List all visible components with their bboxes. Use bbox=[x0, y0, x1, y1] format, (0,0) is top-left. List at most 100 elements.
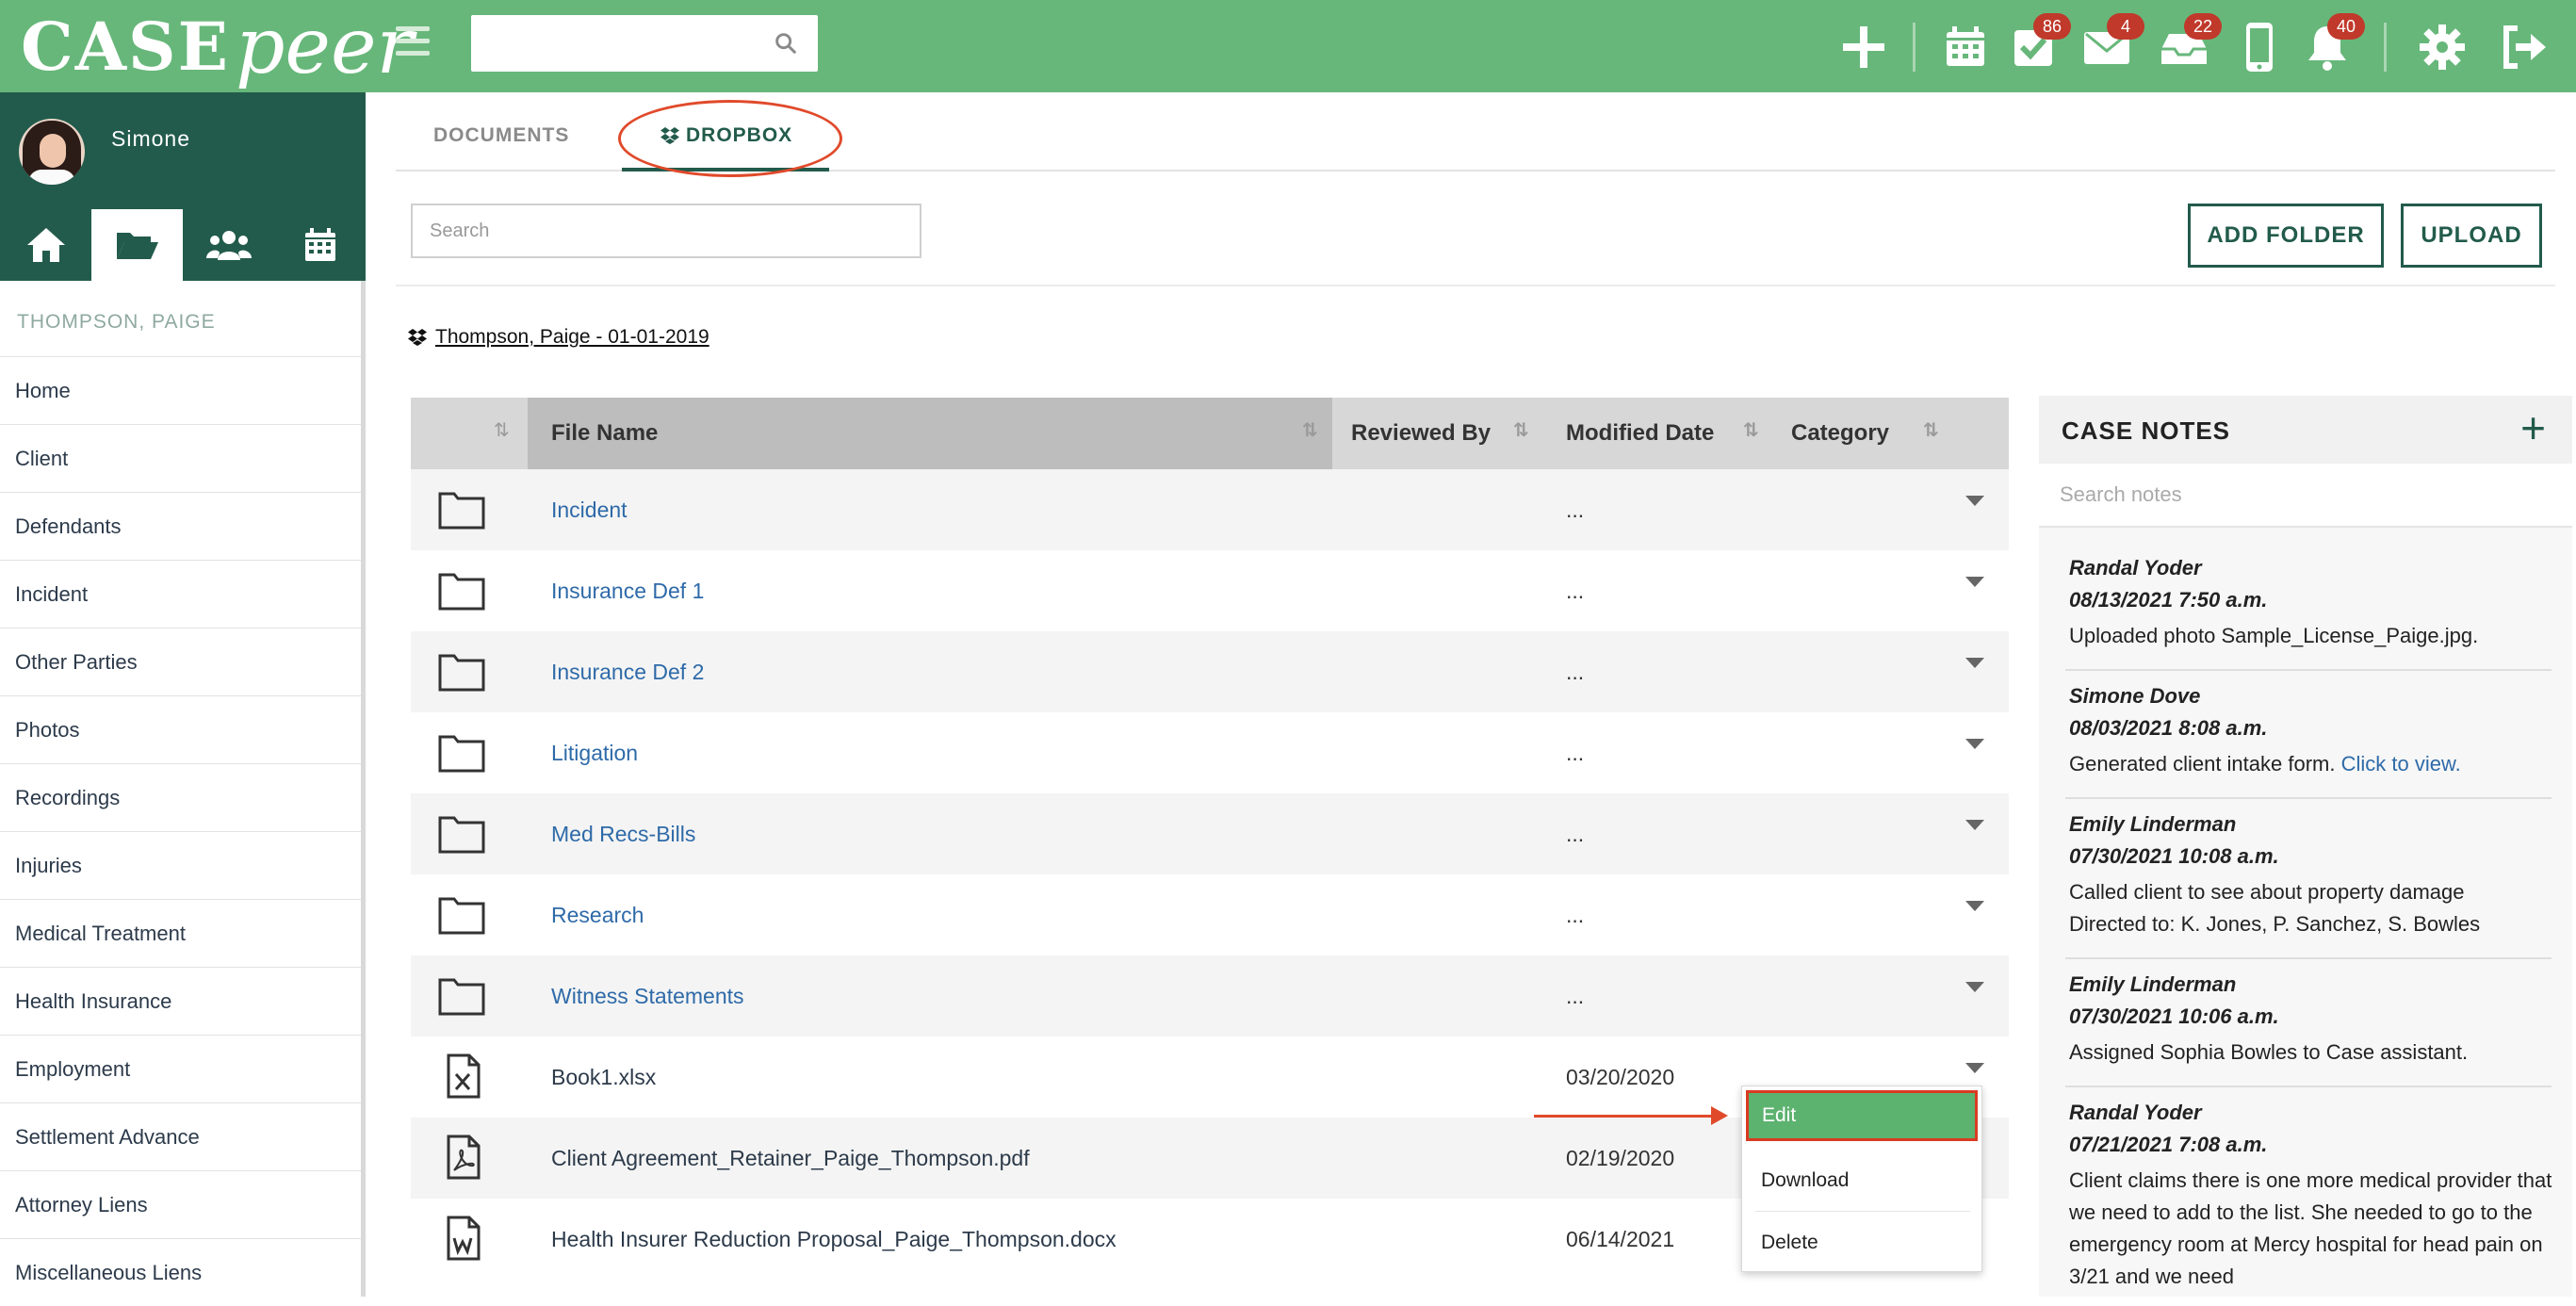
sidebar-item-recordings[interactable]: Recordings bbox=[0, 763, 361, 831]
note-author: Emily Linderman bbox=[2069, 812, 2237, 836]
note-text: Generated client intake form. Click to v… bbox=[2069, 748, 2559, 780]
row-actions-caret-icon[interactable] bbox=[1965, 496, 1984, 506]
modified-date: 06/14/2021 bbox=[1566, 1227, 1675, 1251]
row-actions-caret-icon[interactable] bbox=[1965, 1063, 1984, 1073]
sidebar-item-client[interactable]: Client bbox=[0, 424, 361, 492]
row-actions-caret-icon[interactable] bbox=[1965, 577, 1984, 587]
nav-contacts-tab[interactable] bbox=[183, 209, 274, 281]
calendar-icon[interactable] bbox=[1939, 21, 1992, 73]
sidebar-item-employment[interactable]: Employment bbox=[0, 1035, 361, 1102]
edit-menu-item[interactable]: Edit bbox=[1746, 1090, 1978, 1141]
sidebar-item-miscellaneous-liens[interactable]: Miscellaneous Liens bbox=[0, 1238, 361, 1306]
add-icon[interactable] bbox=[1837, 21, 1890, 73]
sidebar-item-injuries[interactable]: Injuries bbox=[0, 831, 361, 899]
column-category-label: Category bbox=[1791, 420, 1890, 446]
column-reviewed-by[interactable]: Reviewed By ⇅ bbox=[1351, 398, 1558, 469]
note-item: Simone Dove 08/03/2021 8:08 a.m. Generat… bbox=[2069, 684, 2559, 780]
row-actions-caret-icon[interactable] bbox=[1965, 901, 1984, 911]
column-category[interactable]: Category ⇅ bbox=[1791, 398, 1980, 469]
notifications-bell-icon[interactable]: 40 bbox=[2301, 13, 2365, 73]
mail-badge: 4 bbox=[2107, 13, 2144, 40]
column-reviewed-by-label: Reviewed By bbox=[1351, 420, 1492, 446]
column-modified-date[interactable]: Modified Date ⇅ bbox=[1566, 398, 1792, 469]
download-menu-item[interactable]: Download bbox=[1742, 1152, 1983, 1209]
column-file-name-label: File Name bbox=[551, 420, 659, 446]
note-item: Emily Linderman 07/30/2021 10:06 a.m. As… bbox=[2069, 972, 2559, 1069]
menu-divider bbox=[1755, 1211, 1970, 1212]
annotation-arrow-line bbox=[1534, 1115, 1715, 1118]
inbox-icon[interactable]: 22 bbox=[2158, 13, 2222, 73]
table-row[interactable]: Insurance Def 2 ... bbox=[411, 631, 2009, 712]
breadcrumb[interactable]: Thompson, Paige - 01-01-2019 bbox=[407, 326, 709, 349]
note-view-link[interactable]: Click to view. bbox=[2341, 752, 2461, 775]
table-row[interactable]: Litigation ... bbox=[411, 712, 2009, 793]
file-name-link[interactable]: Witness Statements bbox=[551, 984, 744, 1009]
file-name-link[interactable]: Research bbox=[551, 903, 644, 928]
case-notes-header: CASE NOTES + bbox=[2039, 396, 2572, 464]
user-profile[interactable]: Simone bbox=[0, 92, 366, 209]
sidebar-item-defendants[interactable]: Defendants bbox=[0, 492, 361, 560]
hamburger-menu-icon[interactable] bbox=[396, 26, 430, 60]
casepeer-logo[interactable]: CASE peer bbox=[21, 2, 414, 91]
add-folder-button[interactable]: ADD FOLDER bbox=[2188, 204, 2384, 268]
tasks-icon[interactable]: 86 bbox=[2007, 13, 2071, 73]
breadcrumb-folder-link[interactable]: Thompson, Paige - 01-01-2019 bbox=[435, 326, 709, 349]
row-actions-caret-icon[interactable] bbox=[1965, 982, 1984, 992]
sidebar-item-incident[interactable]: Incident bbox=[0, 560, 361, 628]
mail-icon[interactable]: 4 bbox=[2080, 13, 2144, 73]
file-name[interactable]: Client Agreement_Retainer_Paige_Thompson… bbox=[551, 1146, 1030, 1171]
sort-icon[interactable]: ⇅ bbox=[494, 418, 510, 442]
notes-search-input[interactable]: Search notes bbox=[2039, 464, 2572, 528]
top-bar: CASE peer 86 4 22 40 bbox=[0, 0, 2576, 92]
sidebar-item-settlement-advance[interactable]: Settlement Advance bbox=[0, 1102, 361, 1170]
file-name[interactable]: Health Insurer Reduction Proposal_Paige_… bbox=[551, 1227, 1117, 1252]
delete-menu-item[interactable]: Delete bbox=[1742, 1215, 1983, 1271]
mobile-phone-icon[interactable] bbox=[2233, 21, 2286, 73]
upload-button[interactable]: UPLOAD bbox=[2401, 204, 2542, 268]
nav-calendar-tab[interactable] bbox=[274, 209, 366, 281]
avatar[interactable] bbox=[19, 119, 85, 185]
sort-icon: ⇅ bbox=[1923, 420, 1939, 441]
table-row[interactable]: Witness Statements ... bbox=[411, 955, 2009, 1037]
nav-documents-tab[interactable] bbox=[91, 209, 183, 281]
table-row[interactable]: Incident ... bbox=[411, 469, 2009, 550]
file-name-link[interactable]: Med Recs-Bills bbox=[551, 822, 695, 847]
row-actions-caret-icon[interactable] bbox=[1965, 739, 1984, 749]
file-name[interactable]: Book1.xlsx bbox=[551, 1065, 656, 1090]
document-search-input[interactable]: Search bbox=[411, 204, 921, 258]
modified-date: ... bbox=[1566, 498, 1585, 522]
sidebar-menu: Home Client Defendants Incident Other Pa… bbox=[0, 356, 361, 1306]
column-file-name[interactable]: File Name ⇅ bbox=[528, 398, 1332, 469]
nav-home-tab[interactable] bbox=[0, 209, 91, 281]
global-search-input[interactable] bbox=[471, 15, 818, 72]
row-actions-caret-icon[interactable] bbox=[1965, 820, 1984, 830]
note-author: Simone Dove bbox=[2069, 684, 2201, 708]
file-name-link[interactable]: Incident bbox=[551, 498, 628, 523]
user-name: Simone bbox=[111, 126, 190, 151]
row-actions-caret-icon[interactable] bbox=[1965, 658, 1984, 668]
note-author: Randal Yoder bbox=[2069, 1101, 2202, 1124]
file-name-link[interactable]: Insurance Def 2 bbox=[551, 660, 704, 685]
table-row[interactable]: Insurance Def 1 ... bbox=[411, 550, 2009, 631]
sidebar-item-medical-treatment[interactable]: Medical Treatment bbox=[0, 899, 361, 967]
toolbar-divider bbox=[1913, 23, 1916, 72]
sidebar-item-photos[interactable]: Photos bbox=[0, 695, 361, 763]
table-row[interactable]: Med Recs-Bills ... bbox=[411, 793, 2009, 874]
note-text-directed: Directed to: K. Jones, P. Sanchez, S. Bo… bbox=[2069, 912, 2481, 936]
table-row[interactable]: Research ... bbox=[411, 874, 2009, 955]
sidebar-item-attorney-liens[interactable]: Attorney Liens bbox=[0, 1170, 361, 1238]
file-name-link[interactable]: Insurance Def 1 bbox=[551, 579, 704, 604]
sidebar-item-other-parties[interactable]: Other Parties bbox=[0, 628, 361, 695]
search-icon[interactable] bbox=[773, 30, 799, 57]
add-note-button[interactable]: + bbox=[2520, 406, 2546, 449]
gear-icon[interactable] bbox=[2416, 21, 2469, 73]
note-author: Randal Yoder bbox=[2069, 556, 2202, 580]
logout-icon[interactable] bbox=[2497, 21, 2550, 73]
sidebar-item-home[interactable]: Home bbox=[0, 356, 361, 424]
calendar-icon bbox=[304, 228, 335, 261]
home-icon bbox=[26, 228, 65, 262]
sidebar-item-health-insurance[interactable]: Health Insurance bbox=[0, 967, 361, 1035]
file-name-link[interactable]: Litigation bbox=[551, 741, 638, 766]
tab-documents[interactable]: DOCUMENTS bbox=[433, 124, 569, 147]
note-text: Called client to see about property dama… bbox=[2069, 880, 2465, 904]
